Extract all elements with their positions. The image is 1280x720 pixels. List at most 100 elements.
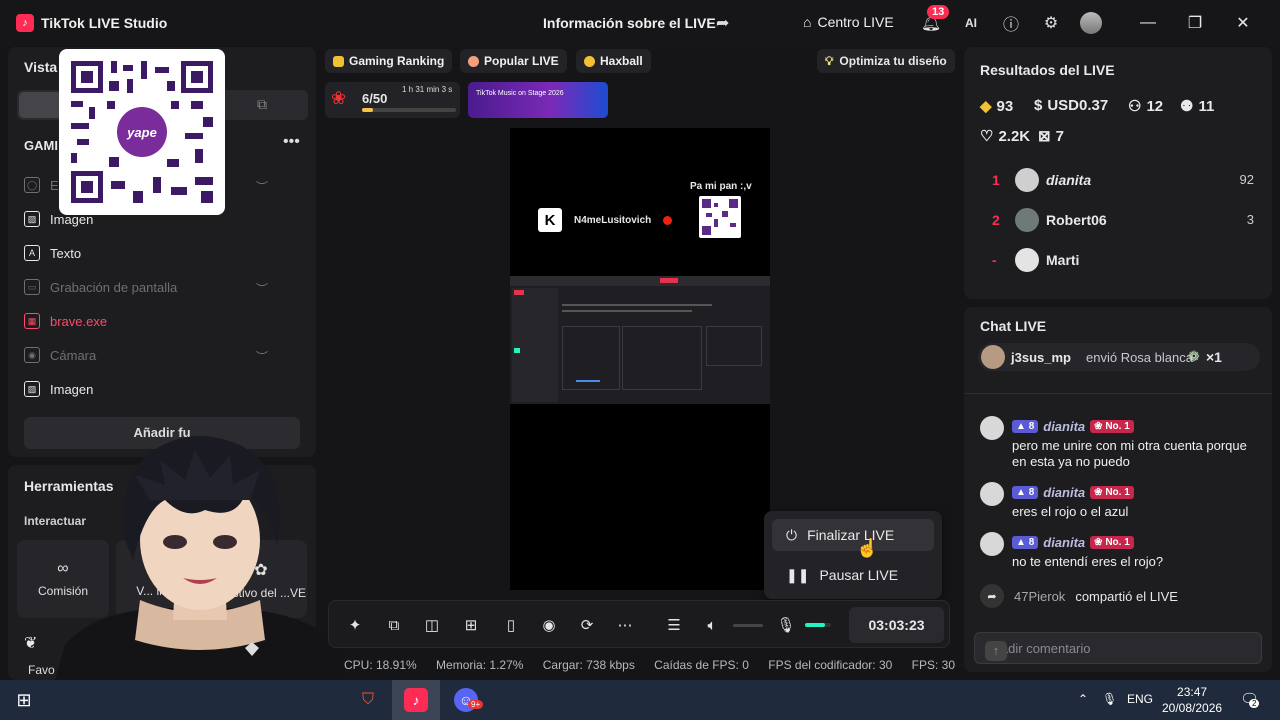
- level-badge: ▲ 8: [1012, 486, 1039, 499]
- message-user[interactable]: dianita: [1043, 535, 1085, 550]
- gift-multiplier: ×1: [1206, 349, 1222, 365]
- volume-slider[interactable]: [733, 624, 763, 627]
- share-user[interactable]: 47Pierok: [1014, 589, 1065, 604]
- mic-level-meter[interactable]: [805, 623, 831, 627]
- source-item[interactable]: ◯ E: [24, 173, 59, 197]
- level-value: 8: [1028, 487, 1035, 498]
- avatar: [1015, 248, 1039, 272]
- fps-stat: FPS: 30: [911, 658, 956, 672]
- memory-stat: Memoria: 1.27%: [436, 658, 524, 672]
- live-preview-canvas[interactable]: Pa mi pan :,v K N4meLusitovich: [510, 128, 770, 590]
- haxball-chip[interactable]: Haxball: [576, 49, 651, 73]
- diamonds-value: 93: [996, 97, 1014, 115]
- favorites-icon[interactable]: ❦: [24, 633, 37, 653]
- brave-browser-icon[interactable]: ⛉: [356, 688, 380, 712]
- hidden-eye-icon[interactable]: ︶: [256, 280, 268, 297]
- tiktok-live-taskbar-icon[interactable]: ♪: [404, 688, 428, 712]
- chevron-up-icon[interactable]: ⌃: [1078, 692, 1088, 706]
- layout-icon[interactable]: ⧉: [257, 96, 267, 113]
- end-live-option[interactable]: ⏻ Finalizar LIVE: [772, 519, 934, 551]
- source-item[interactable]: A Texto: [24, 241, 81, 265]
- rank-badge: ❀ No. 1: [1090, 536, 1134, 549]
- screen-record-icon: ▭: [24, 279, 40, 295]
- image-icon: ▨: [24, 381, 40, 397]
- ai-icon[interactable]: AI: [960, 12, 982, 34]
- settings-sliders-icon[interactable]: ☰: [664, 615, 684, 635]
- message-user[interactable]: dianita: [1043, 419, 1085, 434]
- rank-score: 92: [1239, 172, 1254, 187]
- source-item[interactable]: ▭ Grabación de pantalla: [24, 275, 177, 299]
- source-item[interactable]: ▦ brave.exe: [24, 309, 107, 333]
- record-icon[interactable]: ◉: [539, 615, 559, 635]
- windows-start-icon[interactable]: ⊞: [12, 688, 36, 712]
- avatar: [981, 345, 1005, 369]
- replay-icon[interactable]: ⟳: [577, 615, 597, 635]
- gear-icon[interactable]: ⚙: [1040, 12, 1062, 34]
- ranking-row[interactable]: 1 dianita 92: [980, 168, 1260, 192]
- centro-live-button[interactable]: ⌂ Centro LIVE: [803, 14, 894, 30]
- ai-camera-icon[interactable]: ◫: [422, 615, 442, 635]
- chat-title: Chat LIVE: [980, 318, 1047, 334]
- avatar: [980, 416, 1004, 440]
- minimize-icon[interactable]: —: [1137, 12, 1159, 34]
- share-arrow-icon: ➦: [980, 584, 1004, 608]
- magic-wand-icon[interactable]: ✦: [345, 615, 365, 635]
- microphone-icon[interactable]: 🎙︎: [776, 615, 796, 635]
- restore-icon[interactable]: ❐: [1184, 12, 1206, 34]
- share-icon[interactable]: ➦: [716, 13, 734, 32]
- popular-live-chip[interactable]: Popular LIVE: [460, 49, 567, 73]
- gift-user: j3sus_mp: [1011, 350, 1071, 365]
- close-icon[interactable]: ✕: [1232, 12, 1254, 34]
- ranking-row[interactable]: 2 Robert06 3: [980, 208, 1260, 232]
- gifts-metric: ⊠ 7: [1038, 127, 1064, 146]
- yape-logo: yape: [117, 107, 167, 157]
- hidden-eye-icon[interactable]: ︶: [256, 348, 268, 365]
- clock-time: 23:47: [1177, 685, 1208, 699]
- user-avatar[interactable]: [1080, 12, 1102, 34]
- speaker-icon[interactable]: 🔈︎: [702, 615, 722, 635]
- rank-badge-text: No. 1: [1105, 421, 1130, 432]
- message-user[interactable]: dianita: [1043, 485, 1085, 500]
- more-icon[interactable]: •••: [283, 133, 300, 151]
- message-header: ▲ 8 dianita ❀ No. 1: [1012, 485, 1134, 500]
- source-label: Grabación de pantalla: [50, 279, 178, 295]
- fps-drops-stat: Caídas de FPS: 0: [654, 658, 749, 672]
- clock[interactable]: 23:47 20/08/2026: [1162, 684, 1222, 716]
- more-icon[interactable]: ⋯: [615, 615, 635, 635]
- optimize-layout-button[interactable]: 💡︎ Optimiza tu diseño: [817, 49, 955, 73]
- emoji-icon[interactable]: ☺: [985, 641, 1225, 656]
- ranking-row[interactable]: - Marti: [980, 248, 1260, 272]
- gift-goal-widget[interactable]: ❀ 6/50 1 h 31 min 3 s: [325, 82, 460, 118]
- comment-input[interactable]: Añadir comentario ☺ ↑: [974, 632, 1262, 664]
- source-item[interactable]: ◉ Cámara: [24, 343, 96, 367]
- language-indicator[interactable]: ENG: [1127, 692, 1153, 706]
- source-label: E: [50, 177, 59, 193]
- hidden-eye-icon[interactable]: ︶: [256, 178, 268, 195]
- add-scene-icon[interactable]: ⊞: [461, 615, 481, 635]
- music-on-stage-banner[interactable]: TikTok Music on Stage 2026: [468, 82, 608, 118]
- chip-label: Haxball: [600, 54, 643, 68]
- message-text: pero me unire con mi otra cuenta porque …: [1012, 438, 1247, 469]
- clock-date: 20/08/2026: [1162, 701, 1223, 715]
- mobile-icon[interactable]: ▯: [501, 615, 521, 635]
- gaming-ranking-chip[interactable]: Gaming Ranking: [325, 49, 453, 73]
- rank-position: 1: [992, 172, 1000, 188]
- scene-title: GAMI: [24, 138, 58, 153]
- usd-metric: $ USD0.37: [1034, 97, 1108, 114]
- microphone-icon[interactable]: 🎙︎: [1102, 692, 1117, 706]
- help-icon[interactable]: ⓘ: [1000, 12, 1022, 34]
- viewers-metric: ⚇ 12: [1128, 97, 1163, 116]
- pause-live-option[interactable]: ❚❚ Pausar LIVE: [772, 559, 934, 591]
- source-label: Cámara: [50, 347, 97, 363]
- goal-progress-fill: [362, 108, 374, 112]
- screen-capture-thumbnail: [510, 276, 770, 404]
- pause-live-label: Pausar LIVE: [819, 567, 899, 583]
- white-rose-icon: ❁: [1188, 348, 1200, 364]
- source-item[interactable]: ▨ Imagen: [24, 377, 93, 401]
- source-label: Imagen: [50, 381, 94, 397]
- live-info-link[interactable]: Información sobre el LIVE: [543, 15, 716, 31]
- virtual-background-icon[interactable]: ⧉: [384, 615, 404, 635]
- send-button[interactable]: ↑: [985, 641, 1007, 661]
- preview-caption: Pa mi pan :,v: [690, 181, 752, 192]
- rank-badge: ❀ No. 1: [1090, 486, 1134, 499]
